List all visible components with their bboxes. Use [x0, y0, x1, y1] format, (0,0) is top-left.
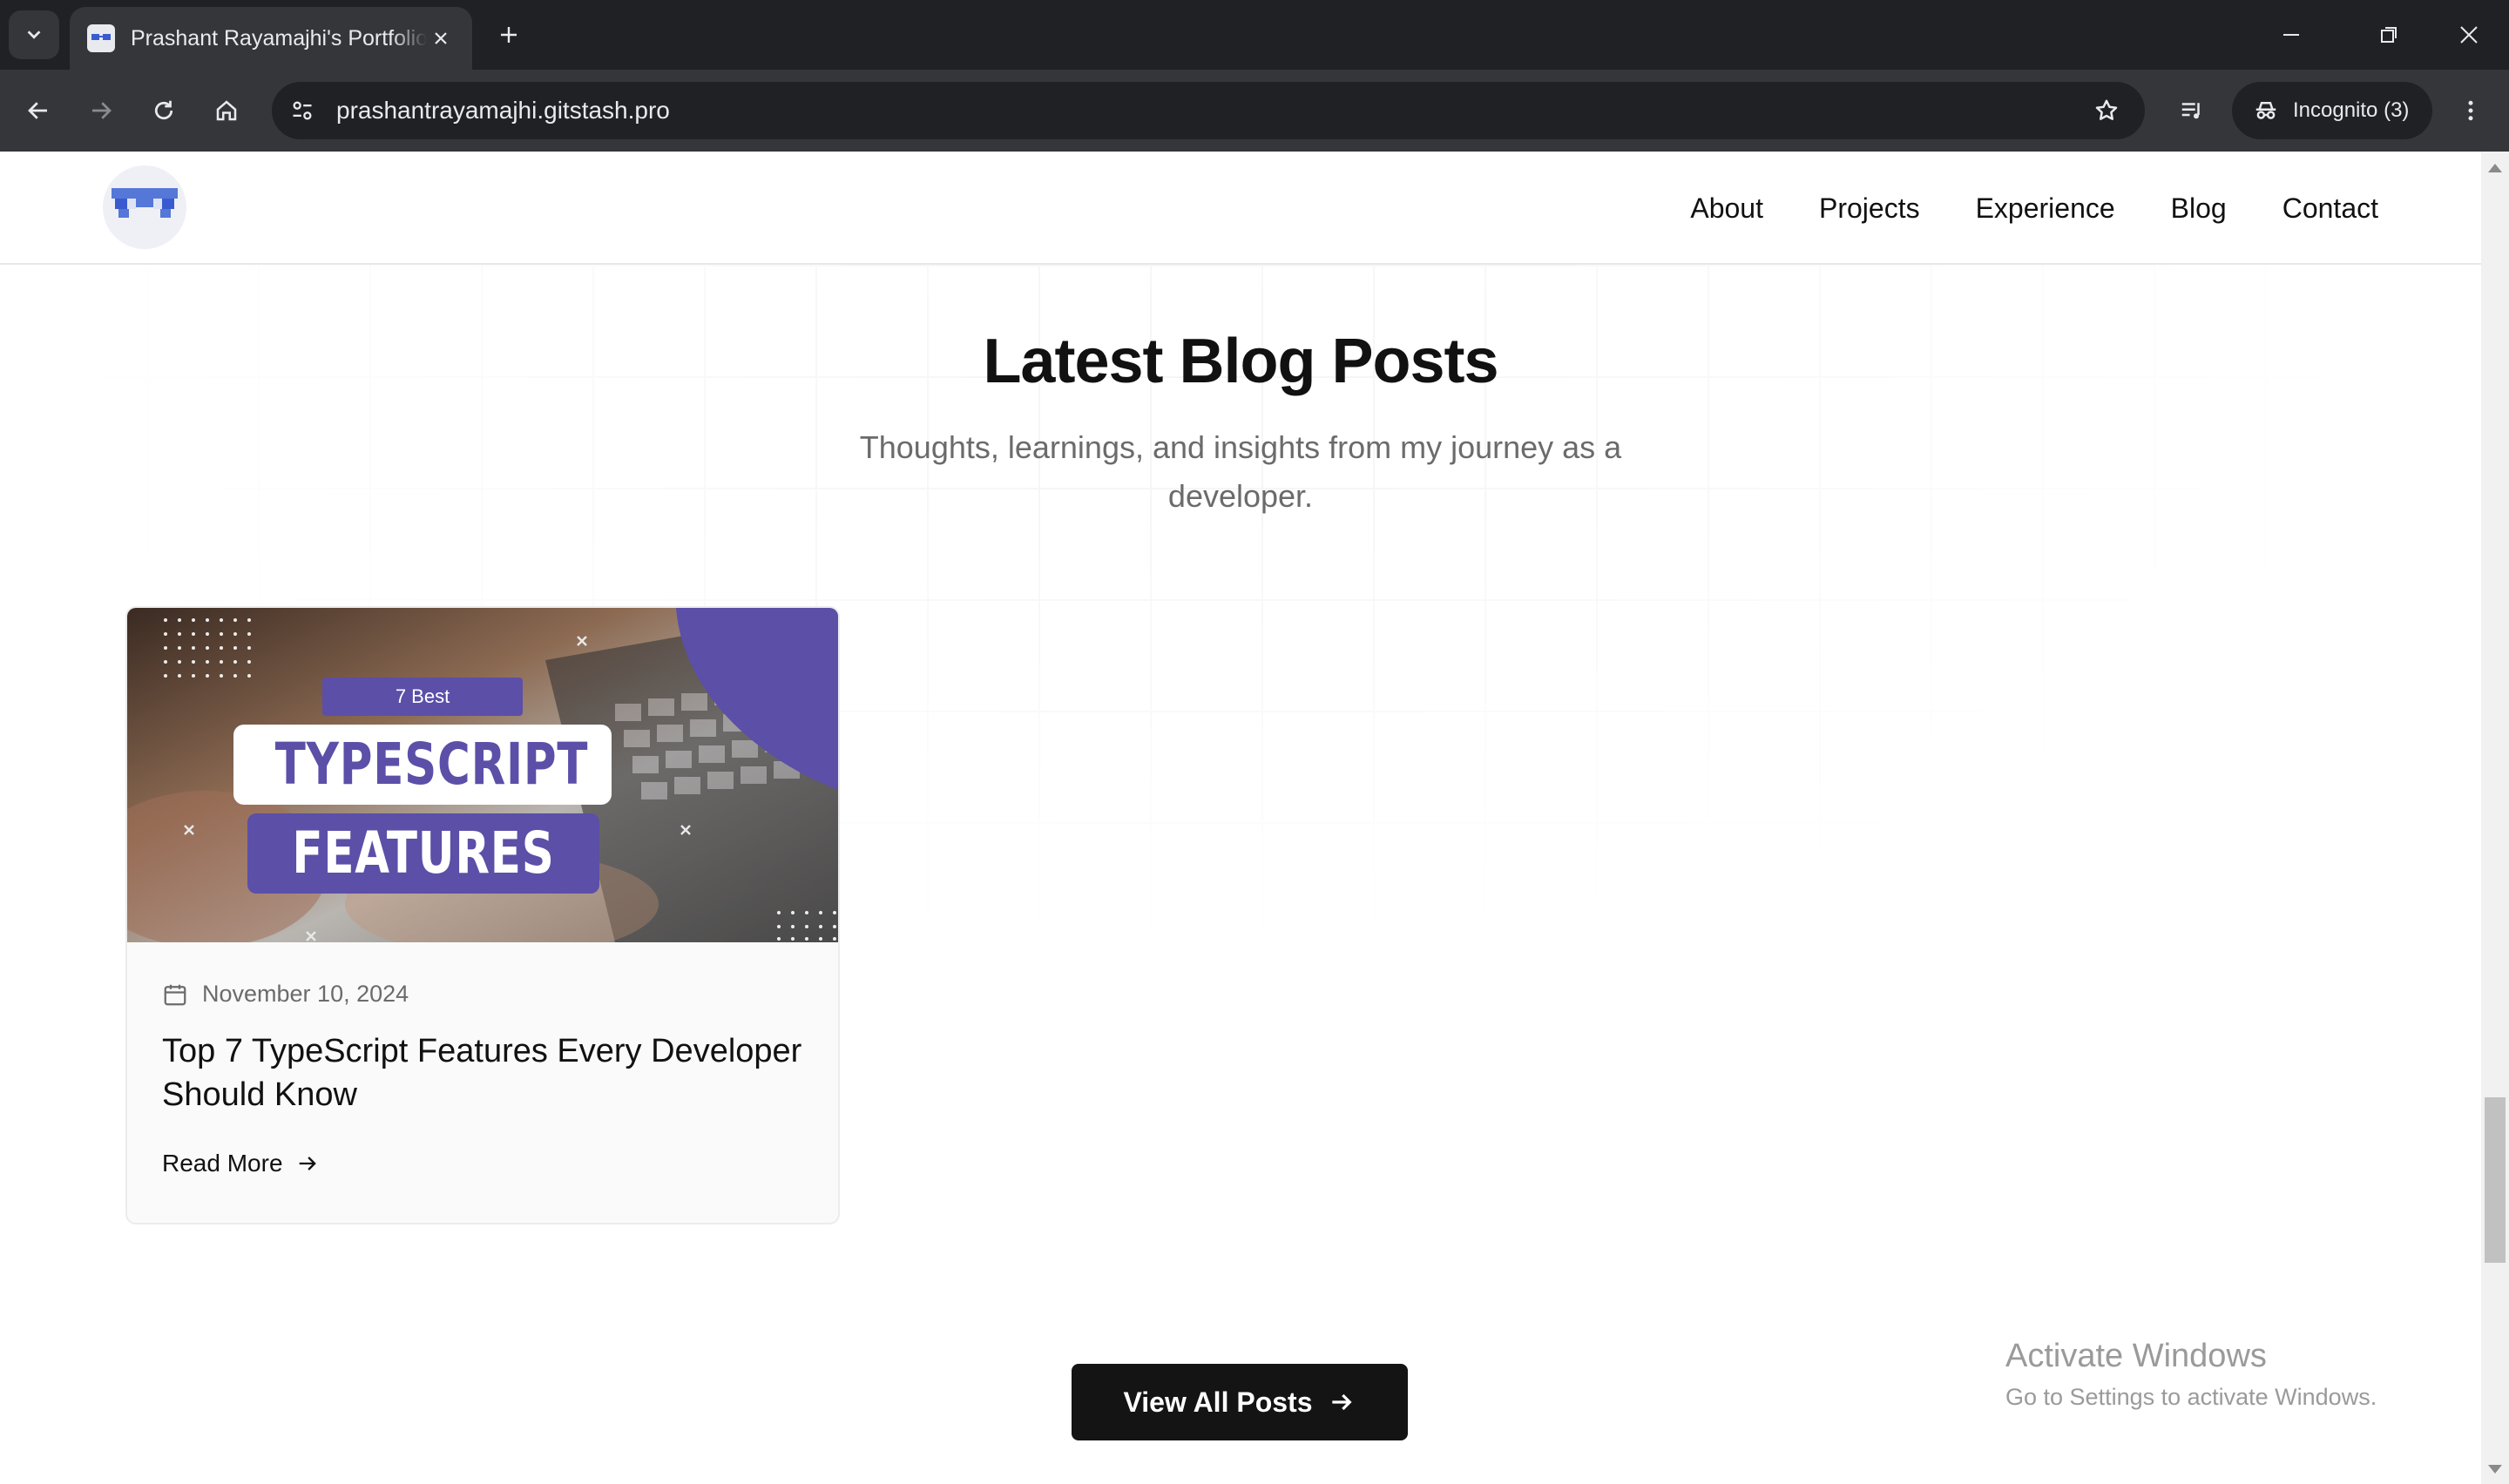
scroll-up-arrow-icon[interactable]	[2488, 164, 2502, 172]
nav-link-contact[interactable]: Contact	[2282, 192, 2378, 225]
url-text[interactable]: prashantrayamajhi.gitstash.pro	[336, 97, 670, 125]
plus-icon	[501, 27, 517, 43]
chevron-down-icon	[27, 30, 41, 39]
cover-headline-line1: TYPESCRIPT	[274, 731, 589, 798]
tab-search-button[interactable]	[9, 10, 59, 59]
reload-icon	[154, 100, 173, 120]
cover-headline-line2: FEATURES	[292, 820, 555, 887]
page-scrollbar[interactable]	[2481, 152, 2509, 1484]
close-icon	[2460, 26, 2478, 44]
restore-button[interactable]	[2349, 0, 2429, 70]
cover-badge-text: 7 Best	[395, 685, 450, 707]
arrow-left-icon	[28, 102, 47, 119]
home-icon	[216, 100, 237, 121]
calendar-icon	[164, 984, 186, 1005]
nav-link-blog[interactable]: Blog	[2171, 192, 2227, 225]
view-all-posts-button[interactable]: View All Posts	[1072, 1364, 1408, 1440]
home-button[interactable]	[204, 88, 249, 133]
arrow-right-icon	[92, 102, 112, 119]
incognito-icon	[2255, 102, 2276, 119]
post-cover-image[interactable]: 7 Best TYPESCRIPT FEATURES	[127, 608, 838, 942]
tab-title: Prashant Rayamajhi's Portfolio |	[131, 25, 427, 51]
media-queue-icon	[2181, 103, 2200, 119]
scrollbar-thumb[interactable]	[2485, 1097, 2506, 1263]
close-window-button[interactable]	[2429, 0, 2509, 70]
scroll-down-arrow-icon[interactable]	[2488, 1465, 2502, 1474]
incognito-label: Incognito (3)	[2293, 98, 2410, 122]
nav-link-about[interactable]: About	[1690, 192, 1763, 225]
site-favicon-icon	[87, 24, 115, 52]
site-logo[interactable]	[103, 165, 186, 249]
new-tab-button[interactable]	[491, 17, 526, 52]
browser-tab[interactable]: Prashant Rayamajhi's Portfolio |	[70, 7, 472, 70]
pixel-glasses-logo-icon	[112, 188, 178, 218]
tab-strip: Prashant Rayamajhi's Portfolio |	[0, 0, 2509, 70]
minimize-button[interactable]	[2251, 0, 2331, 70]
post-date-text: November 10, 2024	[202, 981, 409, 1007]
view-all-label: View All Posts	[1123, 1386, 1313, 1418]
site-header: About Projects Experience Blog Contact	[0, 152, 2481, 265]
arrow-right-icon	[299, 1157, 316, 1170]
restore-icon	[2381, 27, 2397, 43]
read-more-label: Read More	[162, 1150, 283, 1177]
close-tab-icon[interactable]	[427, 24, 455, 52]
browser-toolbar: prashantrayamajhi.gitstash.pro Incognito…	[0, 70, 2509, 152]
media-controls-button[interactable]	[2169, 88, 2215, 133]
post-title[interactable]: Top 7 TypeScript Features Every Develope…	[162, 1029, 807, 1116]
main-nav: About Projects Experience Blog Contact	[1690, 152, 2378, 265]
reload-button[interactable]	[141, 88, 186, 133]
nav-link-projects[interactable]: Projects	[1819, 192, 1920, 225]
activation-title: Activate Windows	[2005, 1338, 2267, 1374]
browser-menu-button[interactable]	[2448, 88, 2493, 133]
incognito-indicator[interactable]: Incognito (3)	[2232, 82, 2432, 139]
more-vertical-icon	[2468, 100, 2473, 121]
section-title: Latest Blog Posts	[983, 327, 1498, 396]
read-more-link[interactable]: Read More	[162, 1150, 320, 1177]
site-info-icon[interactable]	[281, 89, 324, 132]
post-date: November 10, 2024	[162, 981, 409, 1008]
page-viewport: About Projects Experience Blog Contact L…	[0, 152, 2481, 1484]
minimize-icon	[2283, 34, 2299, 36]
windows-activation-watermark: Activate Windows Go to Settings to activ…	[2005, 1338, 2377, 1411]
address-bar[interactable]: prashantrayamajhi.gitstash.pro	[272, 82, 2145, 139]
back-button[interactable]	[16, 88, 61, 133]
blog-post-card[interactable]: 7 Best TYPESCRIPT FEATURES November 10, …	[125, 606, 840, 1224]
activation-subtitle: Go to Settings to activate Windows.	[2005, 1384, 2377, 1410]
bookmark-star-icon[interactable]	[2086, 90, 2127, 132]
forward-button[interactable]	[78, 88, 124, 133]
section-subtitle: Thoughts, learnings, and insights from m…	[859, 429, 1622, 514]
arrow-right-icon	[1332, 1393, 1353, 1411]
nav-link-experience[interactable]: Experience	[1976, 192, 2115, 225]
